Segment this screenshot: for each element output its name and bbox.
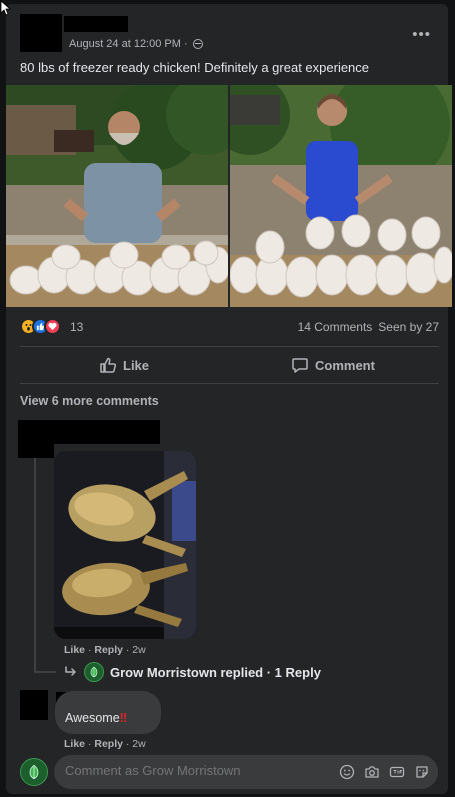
- comment-1-actions: Like · Reply · 2w: [64, 644, 146, 656]
- composer-avatar[interactable]: [20, 758, 48, 786]
- love-icon: [44, 318, 61, 335]
- sticker-icon[interactable]: [414, 764, 430, 780]
- thread-line: [34, 458, 36, 672]
- view-more-comments[interactable]: View 6 more comments: [20, 394, 159, 408]
- thumbs-up-icon: [100, 357, 117, 373]
- comment-2-bubble: Awesome‼: [55, 691, 161, 734]
- comment-2-actions: Like · Reply · 2w: [64, 738, 146, 750]
- thread-connector: [34, 671, 56, 673]
- comment-2-text: Awesome: [65, 711, 120, 725]
- like-button[interactable]: Like: [99, 356, 149, 374]
- comment-2-reply[interactable]: Reply: [94, 738, 123, 750]
- post-timestamp[interactable]: August 24 at 12:00 PM ·: [69, 38, 188, 50]
- reactions-summary[interactable]: 13: [20, 318, 83, 335]
- photo-roasted-chickens: [54, 451, 196, 639]
- comment-1-age[interactable]: 2w: [132, 644, 145, 656]
- reaction-count: 13: [70, 319, 84, 334]
- commenter-avatar-redacted[interactable]: [18, 440, 54, 458]
- post-stats: 14 Comments Seen by 27: [298, 320, 439, 334]
- photo-woman-with-chickens: [230, 85, 452, 307]
- comment-label: Comment: [315, 357, 375, 373]
- comment-button[interactable]: Comment: [291, 356, 375, 374]
- post-photo-left[interactable]: [6, 85, 228, 307]
- post-text: 80 lbs of freezer ready chicken! Definit…: [20, 60, 370, 75]
- comment-2-like[interactable]: Like: [64, 738, 85, 750]
- commenter-2-avatar-redacted[interactable]: [20, 690, 48, 720]
- author-name-redacted[interactable]: [64, 16, 128, 32]
- like-label: Like: [123, 357, 150, 373]
- double-exclamation-emoji: ‼: [119, 711, 128, 725]
- photo-man-with-chickens: [6, 85, 228, 307]
- replied-text: Grow Morristown replied · 1 Reply: [110, 664, 321, 680]
- post-meta: August 24 at 12:00 PM ·: [69, 38, 203, 50]
- reply-arrow-icon: [65, 666, 76, 676]
- post-photo-right[interactable]: [230, 85, 452, 307]
- seen-by[interactable]: Seen by 27: [378, 320, 439, 334]
- divider-bottom: [20, 383, 439, 384]
- replies-toggle[interactable]: Grow Morristown replied · 1 Reply: [64, 662, 321, 682]
- comment-2-age[interactable]: 2w: [132, 738, 145, 750]
- comments-count[interactable]: 14 Comments: [298, 320, 373, 334]
- camera-icon[interactable]: [364, 764, 380, 780]
- comment-icon: [292, 358, 308, 373]
- globe-icon: [192, 39, 203, 49]
- author-avatar-redacted[interactable]: [20, 14, 62, 52]
- comment-composer[interactable]: [54, 755, 438, 789]
- mouse-cursor-icon: [0, 0, 12, 16]
- comment-1-like[interactable]: Like: [64, 644, 85, 656]
- emoji-icon[interactable]: [339, 764, 355, 780]
- more-options-icon[interactable]: •••: [412, 26, 431, 43]
- gif-icon[interactable]: [389, 764, 405, 780]
- divider-top: [20, 346, 439, 347]
- grow-morristown-avatar: [84, 662, 104, 682]
- comment-1-reply[interactable]: Reply: [94, 644, 123, 656]
- comment-input[interactable]: [65, 763, 335, 778]
- comment-photo[interactable]: [54, 451, 196, 639]
